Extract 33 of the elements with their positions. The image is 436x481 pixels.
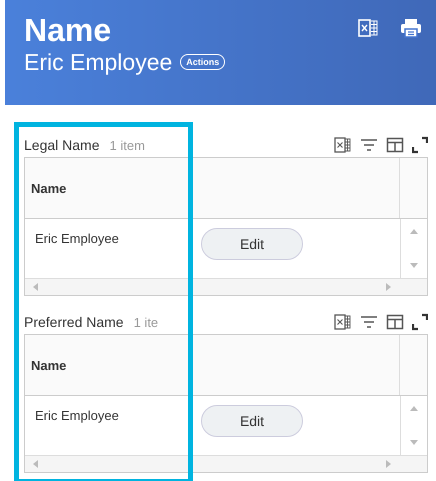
expand-icon[interactable] <box>412 313 428 331</box>
scroll-left-icon[interactable] <box>33 283 38 291</box>
horizontal-scrollbar[interactable] <box>25 456 427 472</box>
print-icon[interactable] <box>400 18 422 38</box>
scroll-right-icon[interactable] <box>386 460 391 468</box>
columns-icon[interactable] <box>386 313 404 331</box>
actions-button[interactable]: Actions <box>180 54 226 70</box>
scroll-down-icon[interactable] <box>410 440 418 445</box>
table-cell-text: Eric Employee <box>34 407 120 425</box>
employee-name: Eric Employee <box>24 48 172 76</box>
excel-export-icon[interactable] <box>334 313 352 331</box>
filter-icon[interactable] <box>360 136 378 154</box>
scroll-up-icon[interactable] <box>410 229 418 234</box>
page-title: Name <box>24 12 112 48</box>
section-title: Preferred Name <box>24 314 124 330</box>
filter-icon[interactable] <box>360 313 378 331</box>
scroll-right-icon[interactable] <box>386 283 391 291</box>
section-title: Legal Name <box>24 137 100 153</box>
item-count: 1 ite <box>134 315 158 330</box>
edit-button[interactable]: Edit <box>201 228 303 260</box>
column-header: Name <box>30 356 68 374</box>
table-cell-text: Eric Employee <box>34 230 120 248</box>
scroll-up-icon[interactable] <box>410 406 418 411</box>
item-count: 1 item <box>110 138 145 153</box>
edit-button[interactable]: Edit <box>201 405 303 437</box>
horizontal-scrollbar[interactable] <box>25 279 427 295</box>
expand-icon[interactable] <box>412 136 428 154</box>
excel-export-icon[interactable] <box>358 18 378 38</box>
column-header: Name <box>30 180 68 198</box>
excel-export-icon[interactable] <box>334 136 352 154</box>
columns-icon[interactable] <box>386 136 404 154</box>
scroll-down-icon[interactable] <box>410 263 418 268</box>
scroll-left-icon[interactable] <box>33 460 38 468</box>
